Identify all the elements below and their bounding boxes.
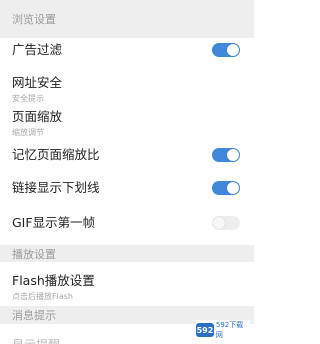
watermark-logo: 592: [196, 323, 214, 337]
setting-row-page-zoom[interactable]: 页面缩放 缩放调节: [0, 102, 254, 137]
setting-title: 网址安全: [12, 75, 63, 90]
toggle-knob: [227, 44, 239, 56]
toggle-knob: [227, 182, 239, 194]
setting-title: Flash播放设置: [12, 273, 95, 288]
setting-row-ad-filter[interactable]: 广告过滤: [0, 38, 254, 62]
setting-subtitle: 缩放调节: [12, 128, 44, 137]
setting-subtitle: 点击后播放Flash: [12, 292, 73, 301]
section-title: 播放设置: [12, 247, 56, 261]
toggle-knob: [213, 217, 225, 229]
setting-title: 页面缩放: [12, 109, 63, 124]
ad-filter-toggle[interactable]: [212, 43, 240, 57]
link-underline-toggle[interactable]: [212, 181, 240, 195]
setting-row-link-underline[interactable]: 链接显示下划线: [0, 176, 254, 200]
section-header-plugins: 播放设置: [0, 245, 254, 262]
gif-first-frame-toggle[interactable]: [212, 216, 240, 230]
section-title: 浏览设置: [12, 13, 56, 26]
setting-row-remember-zoom[interactable]: 记忆页面缩放比: [0, 143, 254, 167]
section-title: 消息提示: [12, 309, 56, 322]
toggle-knob: [227, 149, 239, 161]
settings-screen: 浏览设置 广告过滤 网址安全 安全提示 页面缩放 缩放调节 记忆页面缩放比 链接…: [0, 0, 254, 344]
setting-row-url-security[interactable]: 网址安全 安全提示: [0, 68, 254, 103]
setting-row-gif-first-frame[interactable]: GIF显示第一帧: [0, 211, 254, 235]
setting-row-flash[interactable]: Flash播放设置 点击后播放Flash: [0, 264, 254, 302]
setting-row-partial[interactable]: 显示提醒: [12, 336, 60, 344]
remember-zoom-toggle[interactable]: [212, 148, 240, 162]
section-header-browse: 浏览设置: [0, 0, 254, 38]
watermark-text: 592下载网: [215, 321, 244, 339]
site-watermark: 592 592下载网: [196, 320, 250, 340]
